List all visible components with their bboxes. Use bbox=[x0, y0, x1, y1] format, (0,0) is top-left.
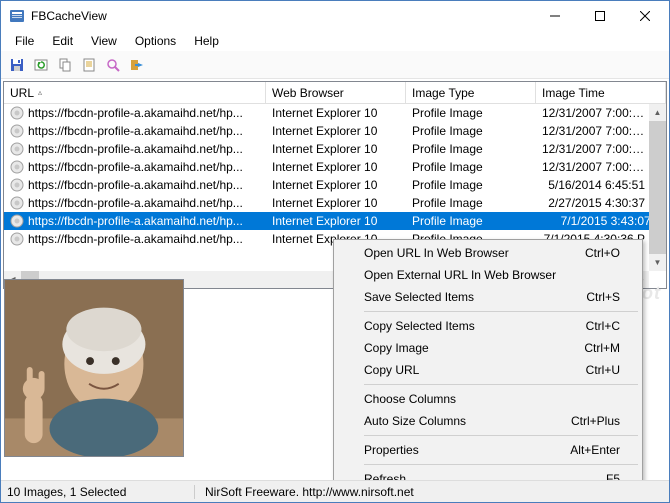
context-menu: Open URL In Web BrowserCtrl+O Open Exter… bbox=[333, 239, 643, 493]
cell-type: Profile Image bbox=[406, 106, 536, 120]
menu-help[interactable]: Help bbox=[186, 32, 227, 50]
ctx-copy-image[interactable]: Copy ImageCtrl+M bbox=[336, 337, 640, 359]
cell-url: https://fbcdn-profile-a.akamaihd.net/hp.… bbox=[4, 178, 266, 192]
table-row[interactable]: https://fbcdn-profile-a.akamaihd.net/hp.… bbox=[4, 194, 666, 212]
sort-indicator-icon: ▵ bbox=[38, 88, 42, 97]
scroll-up-icon[interactable]: ▲ bbox=[649, 104, 666, 121]
cell-type: Profile Image bbox=[406, 178, 536, 192]
toolbar bbox=[1, 51, 669, 79]
cell-type: Profile Image bbox=[406, 160, 536, 174]
ctx-auto-size-columns[interactable]: Auto Size ColumnsCtrl+Plus bbox=[336, 410, 640, 432]
preview-image bbox=[5, 280, 183, 456]
ctx-properties[interactable]: PropertiesAlt+Enter bbox=[336, 439, 640, 461]
column-headers: URL▵ Web Browser Image Type Image Time bbox=[4, 82, 666, 104]
menu-edit[interactable]: Edit bbox=[44, 32, 81, 50]
cell-browser: Internet Explorer 10 bbox=[266, 178, 406, 192]
cell-browser: Internet Explorer 10 bbox=[266, 124, 406, 138]
status-credit: NirSoft Freeware. http://www.nirsoft.net bbox=[195, 485, 665, 499]
cell-time: 2/27/2015 4:30:37 bbox=[536, 196, 666, 210]
preview-pane bbox=[4, 279, 184, 457]
find-icon[interactable] bbox=[103, 55, 123, 75]
ctx-copy-url[interactable]: Copy URLCtrl+U bbox=[336, 359, 640, 381]
ctx-separator bbox=[364, 311, 638, 312]
cell-url: https://fbcdn-profile-a.akamaihd.net/hp.… bbox=[4, 160, 266, 174]
properties-icon[interactable] bbox=[79, 55, 99, 75]
status-bar: 10 Images, 1 Selected NirSoft Freeware. … bbox=[1, 480, 669, 502]
table-row[interactable]: https://fbcdn-profile-a.akamaihd.net/hp.… bbox=[4, 140, 666, 158]
cell-time: 12/31/2007 7:00:00 bbox=[536, 142, 666, 156]
cell-type: Profile Image bbox=[406, 142, 536, 156]
save-icon[interactable] bbox=[7, 55, 27, 75]
table-row[interactable]: https://fbcdn-profile-a.akamaihd.net/hp.… bbox=[4, 212, 666, 230]
table-row[interactable]: https://fbcdn-profile-a.akamaihd.net/hp.… bbox=[4, 122, 666, 140]
cell-url: https://fbcdn-profile-a.akamaihd.net/hp.… bbox=[4, 142, 266, 156]
cell-time: 12/31/2007 7:00:00 bbox=[536, 124, 666, 138]
column-url[interactable]: URL▵ bbox=[4, 82, 266, 103]
cell-browser: Internet Explorer 10 bbox=[266, 142, 406, 156]
status-count: 10 Images, 1 Selected bbox=[5, 485, 195, 499]
cell-time: 5/16/2014 6:45:51 bbox=[536, 178, 666, 192]
cell-url: https://fbcdn-profile-a.akamaihd.net/hp.… bbox=[4, 232, 266, 246]
table-row[interactable]: https://fbcdn-profile-a.akamaihd.net/hp.… bbox=[4, 104, 666, 122]
maximize-button[interactable] bbox=[577, 2, 622, 30]
ctx-separator bbox=[364, 464, 638, 465]
ctx-open-external-url[interactable]: Open External URL In Web Browser bbox=[336, 264, 640, 286]
cell-browser: Internet Explorer 10 bbox=[266, 106, 406, 120]
cell-url: https://fbcdn-profile-a.akamaihd.net/hp.… bbox=[4, 124, 266, 138]
column-type[interactable]: Image Type bbox=[406, 82, 536, 103]
column-time[interactable]: Image Time bbox=[536, 82, 666, 103]
column-browser[interactable]: Web Browser bbox=[266, 82, 406, 103]
ctx-save-selected[interactable]: Save Selected ItemsCtrl+S bbox=[336, 286, 640, 308]
app-icon bbox=[9, 8, 25, 24]
ctx-separator bbox=[364, 384, 638, 385]
cell-browser: Internet Explorer 10 bbox=[266, 196, 406, 210]
menu-file[interactable]: File bbox=[7, 32, 42, 50]
cell-browser: Internet Explorer 10 bbox=[266, 160, 406, 174]
scroll-down-icon[interactable]: ▼ bbox=[649, 254, 666, 271]
menubar: File Edit View Options Help bbox=[1, 31, 669, 51]
cell-type: Profile Image bbox=[406, 214, 536, 228]
ctx-open-url[interactable]: Open URL In Web BrowserCtrl+O bbox=[336, 242, 640, 264]
refresh-icon[interactable] bbox=[31, 55, 51, 75]
cell-time: 7/1/2015 3:43:07 P bbox=[536, 214, 666, 228]
ctx-separator bbox=[364, 435, 638, 436]
cell-url: https://fbcdn-profile-a.akamaihd.net/hp.… bbox=[4, 196, 266, 210]
cell-browser: Internet Explorer 10 bbox=[266, 214, 406, 228]
exit-icon[interactable] bbox=[127, 55, 147, 75]
menu-options[interactable]: Options bbox=[127, 32, 184, 50]
scrollbar-vertical[interactable]: ▲ ▼ bbox=[649, 104, 666, 271]
minimize-button[interactable] bbox=[532, 2, 577, 30]
window-title: FBCacheView bbox=[31, 9, 532, 23]
cell-url: https://fbcdn-profile-a.akamaihd.net/hp.… bbox=[4, 214, 266, 228]
titlebar[interactable]: FBCacheView bbox=[1, 1, 669, 31]
cell-time: 12/31/2007 7:00:00 bbox=[536, 106, 666, 120]
cell-url: https://fbcdn-profile-a.akamaihd.net/hp.… bbox=[4, 106, 266, 120]
copy-icon[interactable] bbox=[55, 55, 75, 75]
ctx-copy-selected[interactable]: Copy Selected ItemsCtrl+C bbox=[336, 315, 640, 337]
cell-type: Profile Image bbox=[406, 124, 536, 138]
cell-time: 12/31/2007 7:00:00 bbox=[536, 160, 666, 174]
table-row[interactable]: https://fbcdn-profile-a.akamaihd.net/hp.… bbox=[4, 158, 666, 176]
table-row[interactable]: https://fbcdn-profile-a.akamaihd.net/hp.… bbox=[4, 176, 666, 194]
scroll-thumb-v[interactable] bbox=[649, 121, 666, 254]
ctx-choose-columns[interactable]: Choose Columns bbox=[336, 388, 640, 410]
close-button[interactable] bbox=[622, 2, 667, 30]
menu-view[interactable]: View bbox=[83, 32, 125, 50]
cell-type: Profile Image bbox=[406, 196, 536, 210]
